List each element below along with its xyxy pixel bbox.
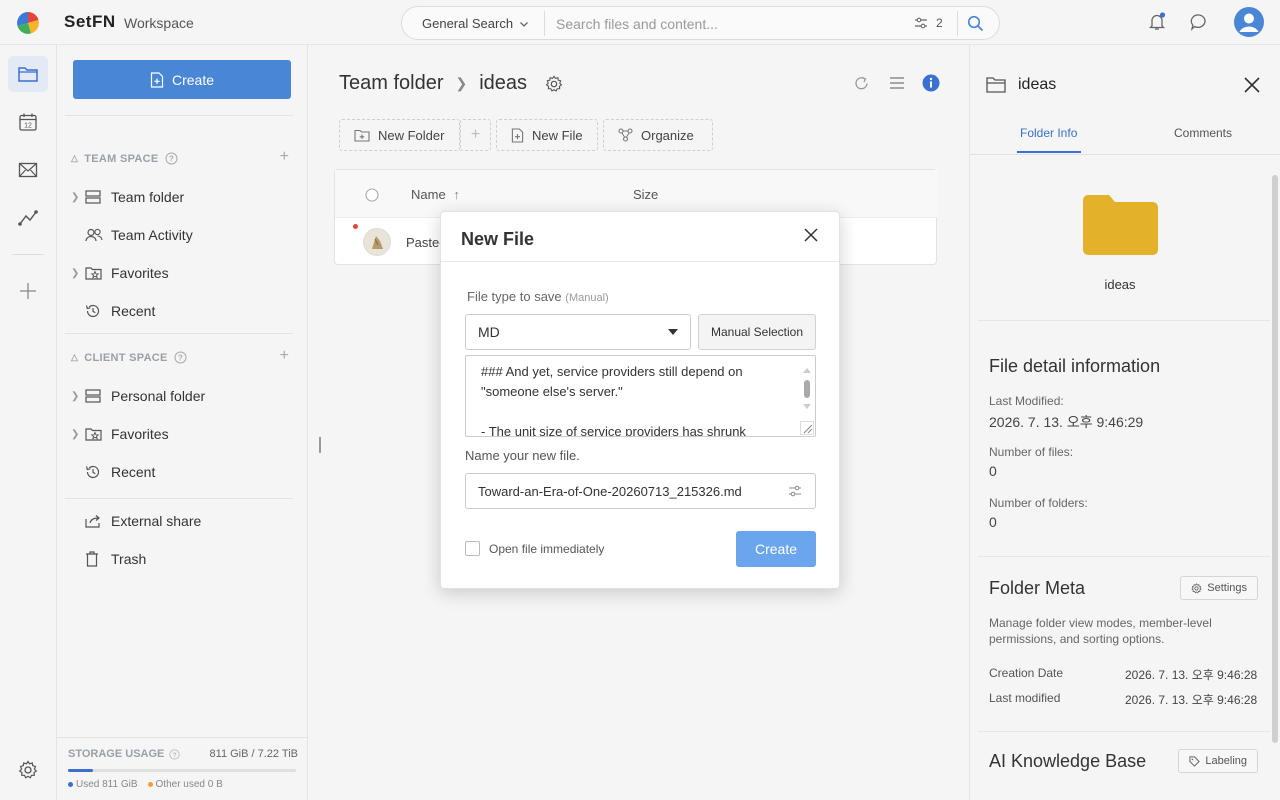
preview-line: ### And yet, service providers still dep… bbox=[481, 364, 743, 399]
file-type-value: MD bbox=[478, 324, 500, 340]
open-immediately-checkbox[interactable]: Open file immediately bbox=[465, 541, 604, 556]
dialog-title: New File bbox=[461, 229, 535, 249]
scroll-arrows-icon bbox=[803, 368, 811, 409]
preview-line: - The unit size of service providers has… bbox=[481, 424, 746, 437]
manual-selection-button[interactable]: Manual Selection bbox=[698, 314, 816, 350]
content-preview-textarea[interactable]: ### And yet, service providers still dep… bbox=[465, 355, 816, 437]
file-type-label: File type to save (Manual) bbox=[467, 289, 609, 304]
divider bbox=[441, 261, 839, 262]
new-file-dialog: New File File type to save (Manual) MD M… bbox=[440, 211, 840, 589]
file-type-label-text: File type to save bbox=[467, 289, 562, 304]
dialog-create-button[interactable]: Create bbox=[736, 531, 816, 567]
file-name-label: Name your new file. bbox=[465, 448, 580, 463]
file-name-input[interactable]: Toward-an-Era-of-One-20260713_215326.md bbox=[465, 473, 816, 509]
preview-scrollbar[interactable] bbox=[801, 360, 813, 420]
caret-down-icon bbox=[668, 329, 678, 335]
file-name-value: Toward-an-Era-of-One-20260713_215326.md bbox=[478, 483, 742, 499]
file-type-select[interactable]: MD bbox=[465, 314, 691, 350]
file-type-mode: (Manual) bbox=[565, 292, 609, 304]
close-icon bbox=[804, 228, 818, 242]
dialog-close-button[interactable] bbox=[803, 227, 819, 243]
sliders-icon[interactable] bbox=[788, 484, 802, 498]
resize-grip-icon[interactable] bbox=[800, 421, 814, 435]
open-immediately-label: Open file immediately bbox=[489, 541, 605, 556]
checkbox-icon bbox=[465, 541, 480, 556]
